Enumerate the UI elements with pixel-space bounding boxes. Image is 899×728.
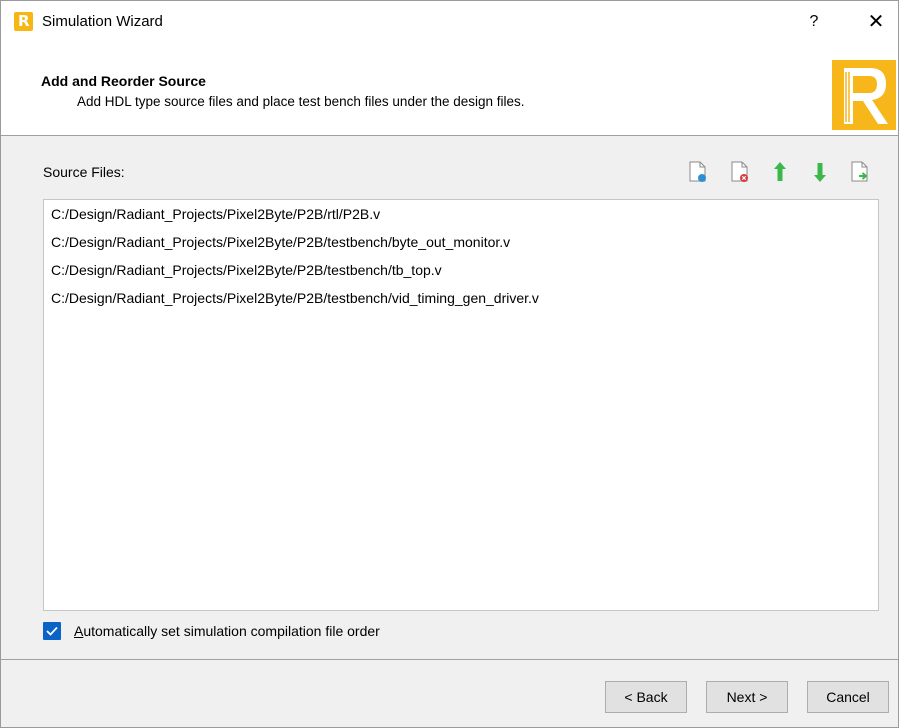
page-subtitle: Add HDL type source files and place test… xyxy=(77,94,525,109)
window-title: Simulation Wizard xyxy=(42,13,163,30)
page-title: Add and Reorder Source xyxy=(41,73,206,89)
move-down-icon[interactable] xyxy=(807,159,833,185)
auto-order-label[interactable]: Automatically set simulation compilation… xyxy=(74,623,380,639)
import-file-icon[interactable] xyxy=(847,159,873,185)
cancel-button[interactable]: Cancel xyxy=(807,681,889,713)
footer-divider xyxy=(1,659,898,660)
help-button[interactable]: ? xyxy=(791,1,837,43)
source-file-list[interactable]: C:/Design/Radiant_Projects/Pixel2Byte/P2… xyxy=(43,199,879,611)
source-files-label: Source Files: xyxy=(43,164,125,180)
list-item[interactable]: C:/Design/Radiant_Projects/Pixel2Byte/P2… xyxy=(51,287,539,309)
back-button[interactable]: < Back xyxy=(605,681,687,713)
list-item[interactable]: C:/Design/Radiant_Projects/Pixel2Byte/P2… xyxy=(51,231,510,253)
list-item[interactable]: C:/Design/Radiant_Projects/Pixel2Byte/P2… xyxy=(51,203,380,225)
add-file-icon[interactable] xyxy=(685,159,711,185)
close-button[interactable]: ✕ xyxy=(853,1,899,43)
move-up-icon[interactable] xyxy=(767,159,793,185)
next-button[interactable]: Next > xyxy=(706,681,788,713)
title-bar: R Simulation Wizard ? ✕ xyxy=(1,1,898,43)
auto-order-checkbox[interactable] xyxy=(43,622,61,640)
wizard-header: Add and Reorder Source Add HDL type sour… xyxy=(1,43,898,136)
radiant-logo-icon xyxy=(832,60,896,130)
auto-order-label-text: utomatically set simulation compilation … xyxy=(83,623,380,639)
auto-order-label-mnemonic: A xyxy=(74,623,84,639)
remove-file-icon[interactable] xyxy=(727,159,753,185)
list-item[interactable]: C:/Design/Radiant_Projects/Pixel2Byte/P2… xyxy=(51,259,442,281)
simulation-wizard-window: R Simulation Wizard ? ✕ Add and Reorder … xyxy=(0,0,899,728)
radiant-app-icon: R xyxy=(14,12,33,31)
